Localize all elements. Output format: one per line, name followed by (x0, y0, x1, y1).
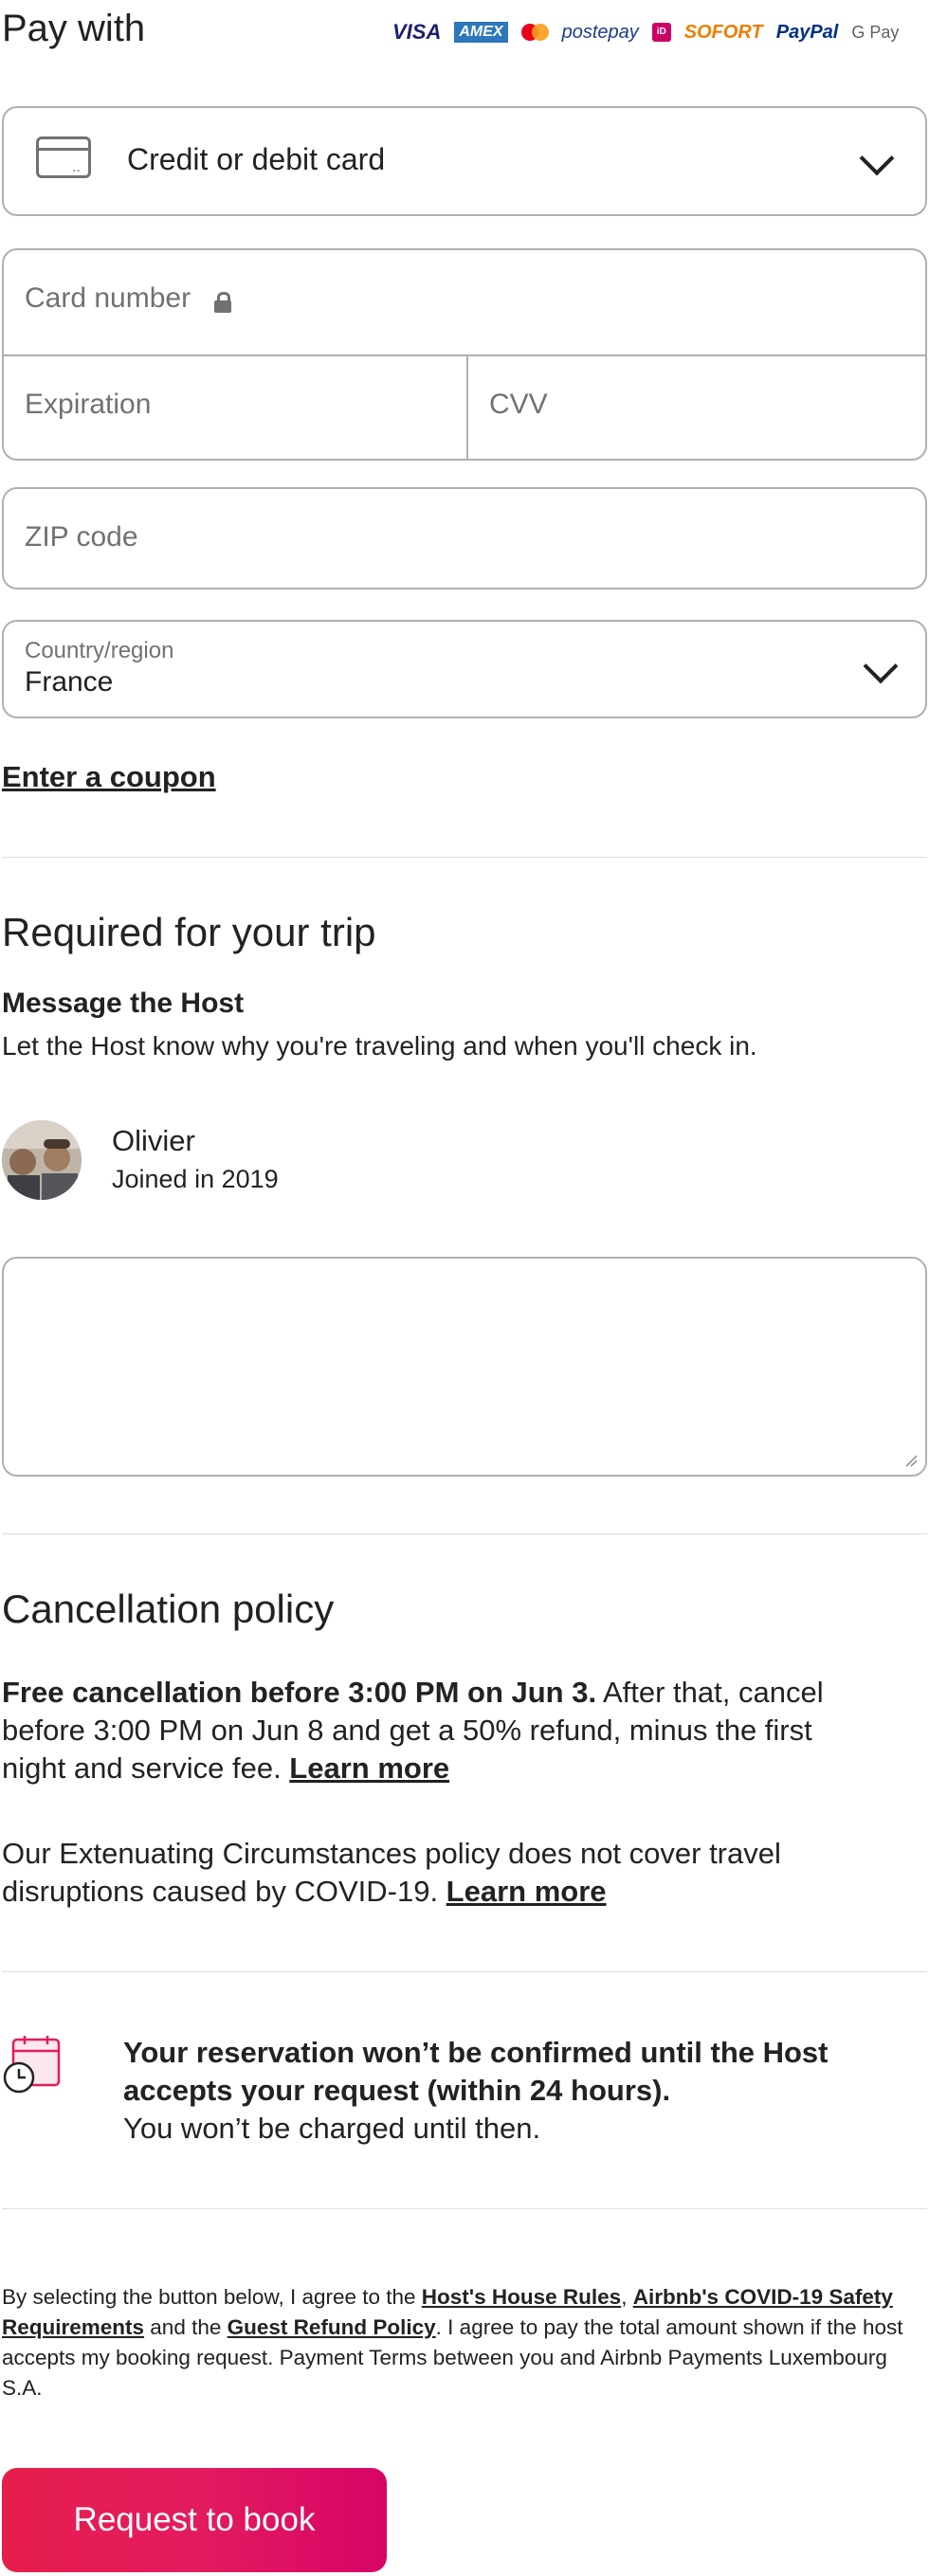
refund-policy-link[interactable]: Guest Refund Policy (228, 2315, 436, 2339)
pay-with-title: Pay with (2, 8, 146, 49)
postepay-logo: postepay (561, 21, 639, 43)
legal-agreement: By selecting the button below, I agree t… (2, 2285, 903, 2400)
zip-code-field[interactable] (2, 487, 927, 590)
resize-handle-icon[interactable] (904, 1454, 918, 1467)
divider (2, 1533, 927, 1534)
expiration-input[interactable]: Expiration (25, 389, 151, 421)
payment-logos: VISA AMEX postepay iD SOFORT PayPal G Pa… (392, 17, 899, 47)
host-avatar (2, 1120, 82, 1200)
divider (2, 1971, 927, 1972)
google-pay-logo: G Pay (851, 22, 900, 42)
country-label: Country/region (25, 638, 174, 663)
enter-coupon-link[interactable]: Enter a coupon (2, 760, 216, 794)
zip-code-placeholder: ZIP code (25, 521, 138, 553)
calendar-clock-icon (2, 2036, 63, 2096)
visa-logo: VISA (392, 20, 442, 44)
payment-method-value: Credit or debit card (127, 142, 386, 176)
cancellation-details: Free cancellation before 3:00 PM on Jun … (2, 1676, 824, 1785)
host-name: Olivier (112, 1124, 195, 1157)
request-to-book-button[interactable]: Request to book (2, 2468, 387, 2572)
sofort-logo: SOFORT (683, 21, 763, 43)
message-textarea[interactable] (2, 1257, 927, 1477)
card-number-input[interactable]: Card number (25, 282, 191, 315)
cancellation-title: Cancellation policy (2, 1587, 335, 1631)
learn-more-link[interactable]: Learn more (446, 1875, 607, 1908)
host-joined-date: Joined in 2019 (112, 1165, 279, 1193)
learn-more-link[interactable]: Learn more (289, 1751, 449, 1785)
country-value: France (25, 666, 114, 698)
country-select[interactable] (2, 620, 927, 718)
amex-logo: AMEX (454, 22, 508, 43)
cvv-input[interactable]: CVV (489, 389, 548, 421)
message-host-title: Message the Host (2, 988, 245, 1019)
extenuating-circumstances-text: Our Extenuating Circumstances policy doe… (2, 1837, 781, 1908)
ideal-logo: iD (651, 23, 671, 42)
required-section-title: Required for your trip (2, 910, 376, 954)
card-details-group (2, 248, 927, 461)
message-host-subtitle: Let the Host know why you're traveling a… (2, 1031, 757, 1061)
lock-icon (214, 292, 231, 313)
divider (2, 857, 927, 858)
paypal-logo: PayPal (775, 21, 839, 43)
mastercard-logo (520, 24, 549, 41)
credit-card-icon (36, 136, 91, 178)
house-rules-link[interactable]: Host's House Rules (422, 2285, 621, 2309)
divider (2, 2208, 927, 2209)
reservation-notice: Your reservation won’t be confirmed unti… (123, 2036, 829, 2145)
